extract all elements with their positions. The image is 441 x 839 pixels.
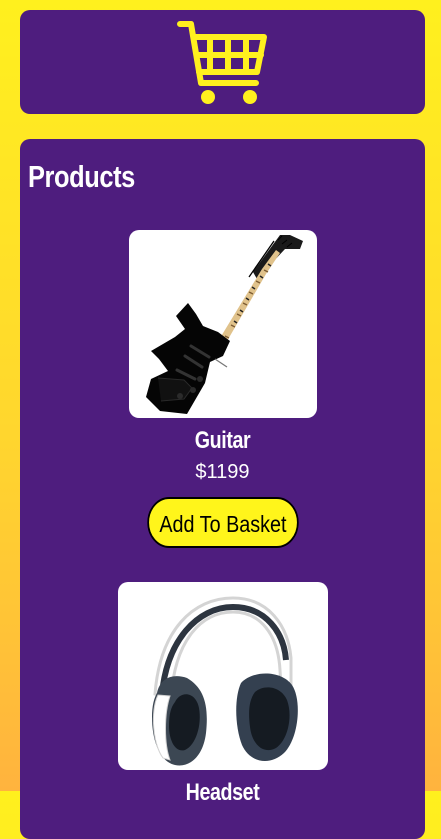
electric-guitar-image xyxy=(128,230,317,418)
products-title: Products xyxy=(28,159,135,194)
product-price: $1199 xyxy=(195,461,250,483)
product-card: Headset xyxy=(20,582,425,813)
product-card: Guitar $1199 Add To Basket xyxy=(20,230,425,548)
products-section: Products Guitar $1199 Add To Basket Head… xyxy=(20,139,425,839)
headset-image xyxy=(117,582,328,770)
add-to-basket-button[interactable]: Add To Basket xyxy=(146,497,299,548)
header xyxy=(20,10,425,114)
shopping-cart-icon[interactable] xyxy=(176,17,269,107)
product-name: Guitar xyxy=(194,427,251,454)
product-name: Headset xyxy=(185,779,260,806)
